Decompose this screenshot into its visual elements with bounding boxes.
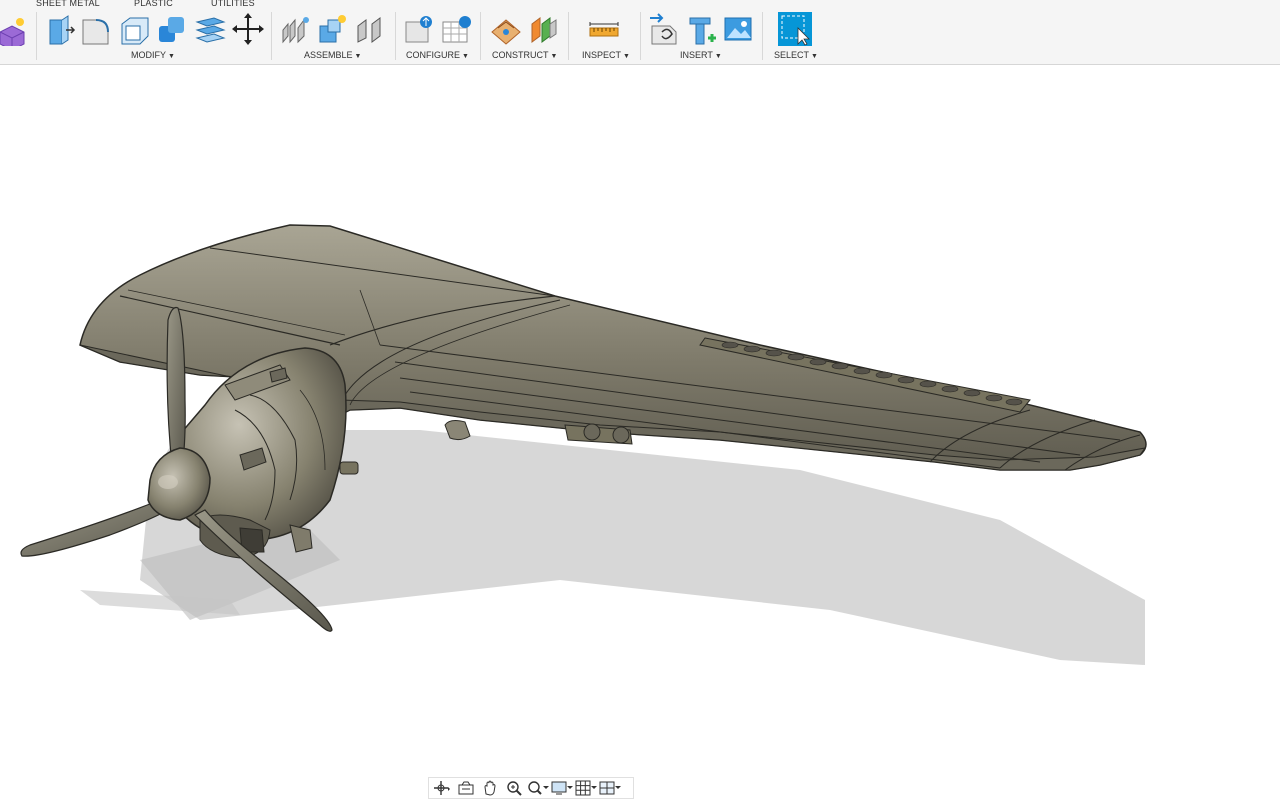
configure-table-icon[interactable]: [404, 12, 436, 46]
move-copy-icon[interactable]: [232, 12, 264, 46]
chevron-down-icon: ▼: [623, 53, 630, 60]
window-select-icon[interactable]: [778, 12, 812, 46]
shell-icon[interactable]: [118, 12, 150, 46]
zoom-icon[interactable]: [503, 779, 525, 797]
separator: [36, 12, 37, 60]
offset-face-icon[interactable]: [194, 12, 226, 46]
offset-plane-icon[interactable]: [490, 12, 522, 46]
fillet-icon[interactable]: [80, 12, 112, 46]
chevron-down-icon: ▼: [714, 53, 722, 60]
toolbar: SHEET METAL PLASTIC UTILITIES MODIFY ▼ A…: [0, 0, 1280, 65]
insert-menu-label: INSERT: [680, 50, 713, 60]
tab-utilities[interactable]: UTILITIES: [211, 0, 255, 8]
separator: [480, 12, 481, 60]
inspect-menu[interactable]: INSPECT ▼: [582, 50, 630, 60]
midplane-icon[interactable]: [528, 12, 560, 46]
joint-icon[interactable]: [280, 12, 312, 46]
fit-icon[interactable]: [527, 779, 549, 797]
separator: [762, 12, 763, 60]
as-built-joint-icon[interactable]: [354, 12, 386, 46]
grid-icon[interactable]: [575, 779, 597, 797]
press-pull-icon[interactable]: [44, 12, 76, 46]
assemble-menu[interactable]: ASSEMBLE ▼: [304, 50, 361, 60]
display-settings-icon[interactable]: [551, 779, 573, 797]
chevron-down-icon: ▼: [462, 53, 469, 60]
chevron-down-icon: ▼: [168, 53, 175, 60]
insert-menu[interactable]: INSERT ▼: [680, 50, 722, 60]
construct-menu[interactable]: CONSTRUCT ▼: [492, 50, 557, 60]
construct-menu-label: CONSTRUCT: [492, 50, 549, 60]
insert-mesh-icon[interactable]: [686, 12, 718, 46]
chevron-down-icon: ▼: [354, 53, 362, 60]
new-component-icon[interactable]: [316, 12, 348, 46]
configure-menu-label: CONFIGURE: [406, 50, 460, 60]
insert-canvas-icon[interactable]: [723, 12, 755, 46]
orbit-icon[interactable]: [431, 779, 453, 797]
measure-icon[interactable]: [588, 12, 620, 46]
model-viewport[interactable]: [0, 65, 1280, 799]
configure-menu[interactable]: CONFIGURE ▼: [406, 50, 469, 60]
separator: [271, 12, 272, 60]
pan-icon[interactable]: [479, 779, 501, 797]
combine-icon[interactable]: [156, 12, 188, 46]
separator: [568, 12, 569, 60]
chevron-down-icon: ▼: [811, 53, 818, 60]
modify-menu-label: MODIFY: [131, 50, 166, 60]
insert-derive-icon[interactable]: [648, 12, 680, 46]
viewports-icon[interactable]: [599, 779, 621, 797]
separator: [640, 12, 641, 60]
modify-menu[interactable]: MODIFY ▼: [131, 50, 175, 60]
assemble-menu-label: ASSEMBLE: [304, 50, 353, 60]
inspect-menu-label: INSPECT: [582, 50, 622, 60]
tab-plastic[interactable]: PLASTIC: [134, 0, 173, 8]
select-menu-label: SELECT: [774, 50, 810, 60]
select-menu[interactable]: SELECT ▼: [774, 50, 818, 60]
look-at-icon[interactable]: [455, 779, 477, 797]
navigation-bar: [428, 777, 634, 799]
chevron-down-icon: ▼: [550, 53, 558, 60]
separator: [395, 12, 396, 60]
tab-sheet-metal[interactable]: SHEET METAL: [36, 0, 100, 8]
configure-rules-icon[interactable]: [441, 12, 473, 46]
create-form-icon[interactable]: [0, 12, 28, 51]
